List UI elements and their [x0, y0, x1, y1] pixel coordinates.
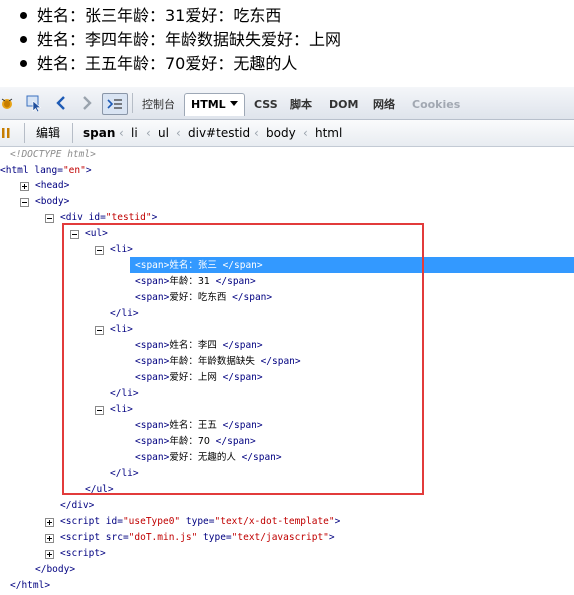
collapse-toggle-icon[interactable] — [45, 214, 54, 223]
script-tag: <script — [60, 532, 101, 543]
tree-node-body-close: </body> — [35, 562, 75, 578]
list-item: 姓名：李四年龄：年龄数据缺失爱好：上网 — [0, 28, 574, 52]
inspect-element-icon[interactable] — [24, 93, 44, 113]
breadcrumb-ul[interactable]: ul — [158, 124, 169, 142]
bullet — [20, 12, 27, 19]
doctype-node: <!DOCTYPE html> — [10, 149, 96, 160]
breadcrumb-li[interactable]: li — [131, 124, 138, 142]
attr-value: "useType0" — [122, 516, 181, 527]
bullet — [20, 60, 27, 67]
tab-net[interactable]: 网络 — [373, 96, 395, 114]
script-tag: <script — [60, 516, 101, 527]
list-item-text: 姓名：王五年龄：70爱好：无趣的人 — [37, 54, 298, 73]
list-item-text: 姓名：张三年龄：31爱好：吃东西 — [37, 6, 282, 25]
breadcrumb-separator: ‹ — [146, 126, 151, 140]
list-item: 姓名：王五年龄：70爱好：无趣的人 — [0, 52, 574, 76]
attr-value: "testid" — [105, 212, 152, 223]
tree-node-html-close: </html> — [10, 578, 50, 594]
back-arrow-icon[interactable] — [54, 93, 68, 113]
tag-bracket: > — [328, 532, 335, 543]
toolbar-divider — [132, 93, 133, 113]
tab-html-label: HTML — [191, 98, 226, 111]
command-line-toggle-icon[interactable] — [102, 93, 128, 115]
attr-name: type= — [203, 532, 232, 543]
tree-node-script[interactable]: <script> — [60, 546, 106, 562]
tab-script[interactable]: 脚本 — [290, 96, 312, 114]
head-tag: <head> — [35, 180, 70, 191]
div-close-tag: </div> — [60, 500, 95, 511]
attr-name: src= — [105, 532, 129, 543]
expand-toggle-icon[interactable] — [45, 550, 54, 559]
main-toolbar: 控制台 HTML CSS 脚本 DOM 网络 Cookies — [0, 87, 574, 120]
list-item-text: 姓名：李四年龄：年龄数据缺失爱好：上网 — [37, 30, 342, 49]
tag-bracket: > — [334, 516, 341, 527]
tree-node-html[interactable]: <html lang="en"> — [0, 163, 92, 179]
div-tag: <div — [60, 212, 83, 223]
tree-node-script[interactable]: <script id="useType0" type="text/x-dot-t… — [60, 514, 340, 530]
attr-name: id= — [105, 516, 123, 527]
breadcrumb-div[interactable]: div#testid — [188, 124, 250, 142]
breadcrumb-body[interactable]: body — [266, 124, 296, 142]
tab-html[interactable]: HTML — [184, 93, 245, 116]
tree-node-head[interactable]: <head> — [35, 178, 69, 194]
breadcrumb-separator: ‹ — [303, 126, 308, 140]
attr-name: id= — [88, 212, 106, 223]
attr-name: type= — [185, 516, 215, 527]
toolbar-divider — [72, 123, 73, 143]
breadcrumb-separator: ‹ — [176, 126, 181, 140]
attr-value: "text/x-dot-template" — [214, 516, 335, 527]
edit-button[interactable]: 编辑 — [36, 124, 60, 142]
firebug-bug-icon[interactable] — [0, 93, 14, 113]
body-close-tag: </body> — [35, 564, 76, 575]
attr-value: "doT.min.js" — [128, 532, 198, 543]
html-toolbar: 编辑 span ‹ li ‹ ul ‹ div#testid ‹ body ‹ … — [0, 120, 574, 147]
attr-value: "en" — [62, 165, 86, 176]
breadcrumb-html[interactable]: html — [315, 124, 342, 142]
toolbar-divider — [24, 123, 25, 143]
body-tag: <body> — [35, 196, 70, 207]
expand-toggle-icon[interactable] — [45, 518, 54, 527]
expand-toggle-icon[interactable] — [20, 182, 29, 191]
tree-node-div-close: </div> — [60, 498, 94, 514]
html-tag: <html — [0, 165, 29, 176]
tab-cookies[interactable]: Cookies — [412, 96, 460, 114]
tag-bracket: > — [151, 212, 158, 223]
tree-node-body[interactable]: <body> — [35, 194, 69, 210]
chevron-down-icon[interactable] — [229, 101, 238, 106]
bullet — [20, 36, 27, 43]
pause-icon[interactable] — [0, 123, 12, 143]
script-tag: <script> — [60, 548, 106, 559]
forward-arrow-icon[interactable] — [80, 93, 94, 113]
rendered-list: 姓名：张三年龄：31爱好：吃东西 姓名：李四年龄：年龄数据缺失爱好：上网 姓名：… — [0, 0, 574, 76]
tab-console[interactable]: 控制台 — [142, 96, 175, 114]
breadcrumb-separator: ‹ — [254, 126, 259, 140]
tag-bracket: > — [85, 165, 92, 176]
tree-node-script[interactable]: <script src="doT.min.js" type="text/java… — [60, 530, 335, 546]
html-close-tag: </html> — [10, 580, 51, 591]
list-item: 姓名：张三年龄：31爱好：吃东西 — [0, 4, 574, 28]
breadcrumb-span[interactable]: span — [83, 124, 115, 142]
collapse-toggle-icon[interactable] — [20, 198, 29, 207]
tab-dom[interactable]: DOM — [329, 96, 358, 114]
tab-css[interactable]: CSS — [254, 96, 278, 114]
attr-name: lang= — [34, 165, 63, 176]
expand-toggle-icon[interactable] — [45, 534, 54, 543]
attr-value: "text/javascript" — [231, 532, 329, 543]
annotation-highlight-box — [62, 223, 424, 495]
breadcrumb-separator: ‹ — [119, 126, 124, 140]
